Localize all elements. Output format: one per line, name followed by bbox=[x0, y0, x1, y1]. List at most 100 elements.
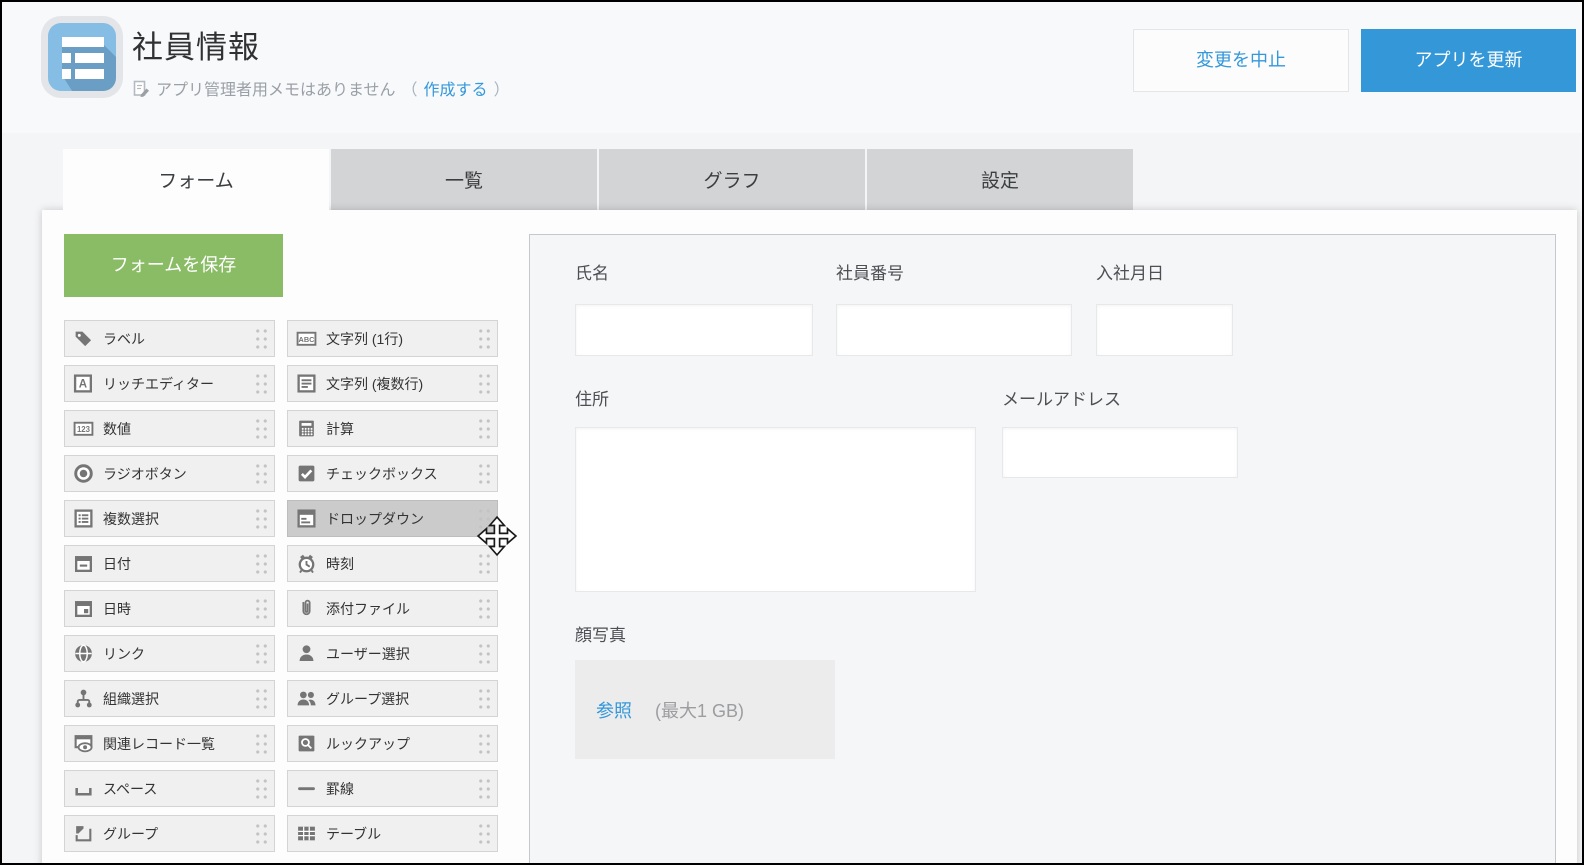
palette-item-label: 計算 bbox=[326, 419, 354, 439]
memo-text: アプリ管理者用メモはありません bbox=[156, 76, 396, 100]
palette-item-time[interactable]: 時刻 bbox=[287, 545, 498, 582]
svg-text:ABC: ABC bbox=[299, 335, 316, 344]
palette-item-text-single[interactable]: ABC文字列 (1行) bbox=[287, 320, 498, 357]
palette-item-label: グループ選択 bbox=[326, 689, 409, 709]
palette-item-label: グループ bbox=[103, 824, 158, 844]
field-group-photo: 顔写真 参照 (最大1 GB) bbox=[575, 621, 835, 759]
drag-handle[interactable] bbox=[254, 327, 269, 351]
palette-item-label: 文字列 (複数行) bbox=[326, 374, 423, 394]
drag-handle[interactable] bbox=[477, 507, 492, 531]
palette-item-label: 組織選択 bbox=[103, 689, 159, 709]
palette-item-label: 添付ファイル bbox=[326, 599, 410, 619]
memo-create-link[interactable]: 作成する bbox=[424, 76, 488, 100]
palette-item-datetime[interactable]: 日時 bbox=[64, 590, 275, 627]
tab-list[interactable]: 一覧 bbox=[331, 149, 597, 210]
browse-link[interactable]: 参照 bbox=[596, 697, 632, 723]
drag-handle[interactable] bbox=[254, 777, 269, 801]
palette-item-attachment[interactable]: 添付ファイル bbox=[287, 590, 498, 627]
palette-item-label: 関連レコード一覧 bbox=[103, 734, 215, 754]
drag-handle[interactable] bbox=[254, 732, 269, 756]
memo-paren-close: ） bbox=[494, 76, 510, 100]
palette-item-org-select[interactable]: 組織選択 bbox=[64, 680, 275, 717]
tab-settings[interactable]: 設定 bbox=[867, 149, 1133, 210]
drag-handle[interactable] bbox=[477, 372, 492, 396]
svg-text:A: A bbox=[79, 379, 88, 391]
palette-item-related-records[interactable]: 関連レコード一覧 bbox=[64, 725, 275, 762]
palette-item-label: ラジオボタン bbox=[103, 464, 187, 484]
address-textarea[interactable] bbox=[575, 427, 976, 592]
field-label: メールアドレス bbox=[1002, 385, 1238, 410]
drag-handle[interactable] bbox=[477, 642, 492, 666]
tab-graph[interactable]: グラフ bbox=[599, 149, 865, 210]
palette-item-table[interactable]: テーブル bbox=[287, 815, 498, 852]
drag-handle[interactable] bbox=[254, 642, 269, 666]
text-single-icon: ABC bbox=[296, 328, 317, 349]
drag-handle[interactable] bbox=[477, 687, 492, 711]
tab-form[interactable]: フォーム bbox=[63, 149, 329, 210]
drag-handle[interactable] bbox=[477, 417, 492, 441]
drag-handle[interactable] bbox=[254, 822, 269, 846]
drag-handle[interactable] bbox=[254, 372, 269, 396]
palette-item-dropdown[interactable]: ドロップダウン bbox=[287, 500, 498, 537]
field-group-name: 氏名 bbox=[575, 259, 813, 356]
drag-handle[interactable] bbox=[254, 687, 269, 711]
palette-item-label: テーブル bbox=[326, 824, 381, 844]
palette-column-right: ABC文字列 (1行) 文字列 (複数行) 計算チェックボックスドロップダウン時刻添… bbox=[287, 320, 498, 860]
email-input[interactable] bbox=[1002, 427, 1238, 478]
drag-handle[interactable] bbox=[254, 417, 269, 441]
field-label: 社員番号 bbox=[836, 259, 1072, 284]
related-records-icon bbox=[73, 733, 94, 754]
drag-handle[interactable] bbox=[477, 552, 492, 576]
palette-item-tag[interactable]: ラベル bbox=[64, 320, 275, 357]
palette-item-space[interactable]: スペース bbox=[64, 770, 275, 807]
employee-no-input[interactable] bbox=[836, 304, 1072, 356]
palette-item-lookup[interactable]: ルックアップ bbox=[287, 725, 498, 762]
palette-item-users[interactable]: グループ選択 bbox=[287, 680, 498, 717]
org-select-icon bbox=[73, 688, 94, 709]
tab-bar: フォーム一覧グラフ設定 bbox=[63, 149, 1135, 210]
palette-item-calc[interactable]: 計算 bbox=[287, 410, 498, 447]
drag-handle[interactable] bbox=[254, 507, 269, 531]
palette-item-label: ラベル bbox=[103, 329, 145, 349]
field-group-email: メールアドレス bbox=[1002, 385, 1238, 478]
palette-item-radio-button[interactable]: ラジオボタン bbox=[64, 455, 275, 492]
drag-handle[interactable] bbox=[254, 462, 269, 486]
number-icon: 123 bbox=[73, 418, 94, 439]
drag-handle[interactable] bbox=[477, 462, 492, 486]
drag-handle[interactable] bbox=[254, 552, 269, 576]
calc-icon bbox=[296, 418, 317, 439]
drag-handle[interactable] bbox=[477, 822, 492, 846]
hr-icon bbox=[296, 778, 317, 799]
palette-item-group[interactable]: グループ bbox=[64, 815, 275, 852]
cancel-changes-button[interactable]: 変更を中止 bbox=[1133, 29, 1349, 92]
hire-date-input[interactable] bbox=[1096, 304, 1233, 356]
drag-handle[interactable] bbox=[254, 597, 269, 621]
drag-handle[interactable] bbox=[477, 597, 492, 621]
palette-item-user[interactable]: ユーザー選択 bbox=[287, 635, 498, 672]
memo-paren-open: （ bbox=[402, 76, 418, 100]
palette-item-number[interactable]: 123数値 bbox=[64, 410, 275, 447]
palette-item-multi-select[interactable]: 複数選択 bbox=[64, 500, 275, 537]
drag-handle[interactable] bbox=[477, 777, 492, 801]
group-icon bbox=[73, 823, 94, 844]
palette-item-label: 複数選択 bbox=[103, 509, 159, 529]
save-form-button[interactable]: フォームを保存 bbox=[64, 234, 283, 297]
datetime-icon bbox=[73, 598, 94, 619]
palette-item-text-multi[interactable]: 文字列 (複数行) bbox=[287, 365, 498, 402]
dropdown-icon bbox=[296, 508, 317, 529]
palette-item-hr[interactable]: 罫線 bbox=[287, 770, 498, 807]
update-app-button[interactable]: アプリを更新 bbox=[1361, 29, 1576, 92]
palette-item-checkbox[interactable]: チェックボックス bbox=[287, 455, 498, 492]
drag-handle[interactable] bbox=[477, 327, 492, 351]
field-label: 入社月日 bbox=[1096, 259, 1233, 284]
photo-size-hint: (最大1 GB) bbox=[655, 697, 744, 723]
palette-item-label: 日時 bbox=[103, 599, 131, 619]
drag-handle[interactable] bbox=[477, 732, 492, 756]
name-input[interactable] bbox=[575, 304, 813, 356]
palette-item-rich-editor[interactable]: Aリッチエディター bbox=[64, 365, 275, 402]
palette-item-date[interactable]: 日付 bbox=[64, 545, 275, 582]
table-icon bbox=[296, 823, 317, 844]
rich-editor-icon: A bbox=[73, 373, 94, 394]
palette-item-label: ユーザー選択 bbox=[326, 644, 410, 664]
palette-item-link[interactable]: リンク bbox=[64, 635, 275, 672]
